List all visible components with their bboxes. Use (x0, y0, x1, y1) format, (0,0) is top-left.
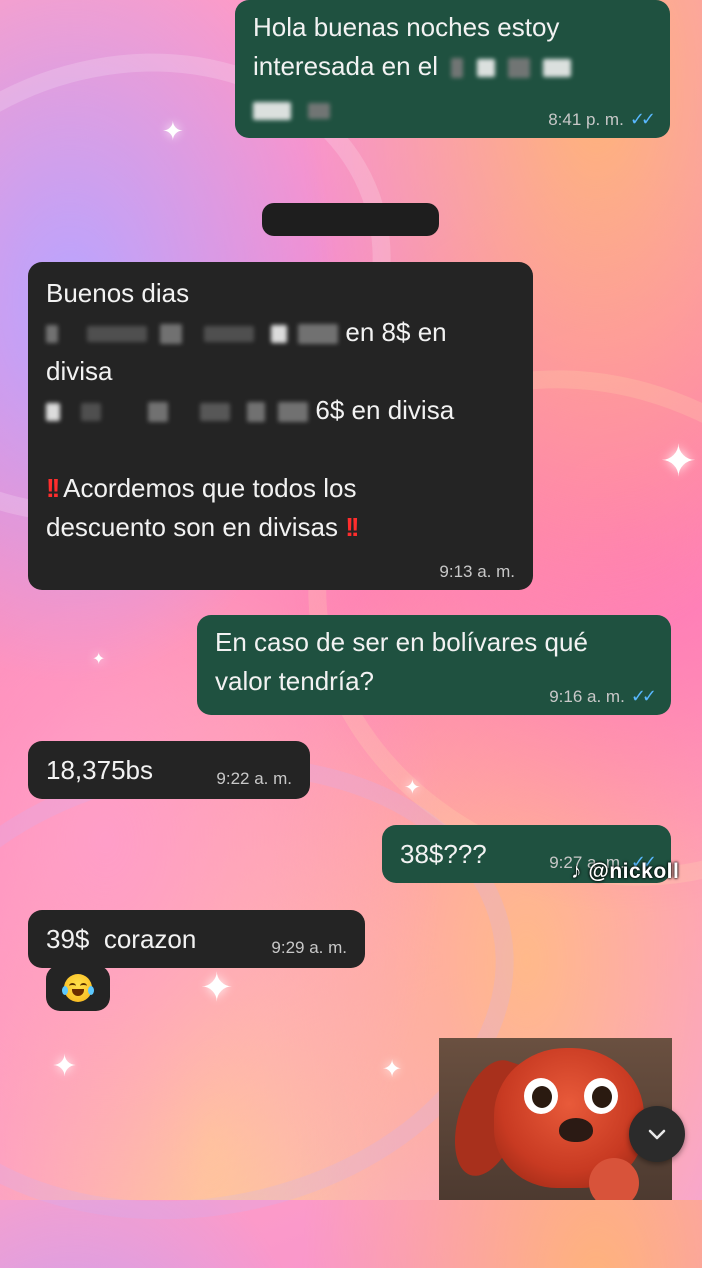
redacted-text (46, 325, 58, 344)
message-incoming-3[interactable]: 39$ corazon 9:29 a. m. (28, 910, 365, 968)
message-text: descuento son en divisas !! (46, 508, 515, 547)
redacted-text (298, 324, 339, 345)
redacted-text (451, 58, 464, 79)
double-exclamation-icon: !! (46, 473, 60, 503)
redacted-text (476, 59, 495, 78)
date-divider (262, 203, 439, 236)
laughing-crying-emoji-icon (62, 974, 94, 1002)
message-meta: 9:29 a. m. (271, 938, 347, 958)
sparkle-icon: ✦ (660, 437, 697, 486)
tiktok-icon: ♪ (571, 860, 582, 883)
message-meta: 9:16 a. m. ✓✓ (549, 686, 657, 707)
read-ticks-icon: ✓✓ (630, 686, 657, 706)
sparkle-icon: ✦ (382, 1056, 403, 1083)
message-text: divisa (46, 356, 113, 386)
redacted-text (160, 324, 183, 345)
redacted-text (203, 326, 254, 343)
message-meta: 9:13 a. m. (439, 562, 515, 582)
redacted-text (81, 403, 102, 422)
tiktok-watermark: ♪ @nickoll (571, 860, 679, 884)
sticker-dog-eye (524, 1078, 558, 1114)
message-text: En caso de ser en bolívares qué (215, 627, 588, 657)
redacted-text (542, 59, 571, 78)
redacted-text (148, 402, 169, 423)
redacted-text (507, 58, 530, 79)
redacted-text (246, 402, 265, 423)
message-time: 9:13 a. m. (439, 562, 515, 581)
scroll-to-bottom-button[interactable] (629, 1106, 685, 1162)
message-text-part: Acordemos que todos los (63, 473, 357, 503)
redacted-text (199, 403, 230, 422)
redacted-text (87, 326, 148, 343)
redacted-text (278, 402, 309, 423)
redacted-text (308, 103, 331, 120)
emoji-mouth (72, 989, 84, 996)
double-exclamation-icon: !! (345, 512, 359, 542)
message-text: Hola buenas noches estoy (253, 12, 560, 42)
redacted-text (46, 403, 60, 422)
message-outgoing-1[interactable]: Hola buenas noches estoy interesada en e… (235, 0, 670, 138)
sparkle-icon: ✦ (92, 651, 106, 668)
sparkle-icon: ✦ (162, 116, 184, 146)
watermark-handle: @nickoll (588, 860, 680, 883)
sparkle-icon: ✦ (200, 966, 234, 1010)
message-text: Buenos dias (46, 278, 190, 308)
message-text: interesada en el (253, 47, 652, 86)
message-text: !! Acordemos que todos los (46, 469, 515, 508)
message-time: 9:22 a. m. (216, 769, 292, 788)
sticker-dog-eye (584, 1078, 618, 1114)
message-meta: 8:41 p. m. ✓✓ (548, 109, 656, 130)
emoji-tear (62, 986, 68, 995)
message-incoming-emoji[interactable] (46, 965, 110, 1011)
sparkle-icon: ✦ (52, 1050, 78, 1083)
redacted-text (253, 102, 291, 121)
message-text: 6$ en divisa (46, 391, 515, 430)
message-text-part: interesada en el (253, 51, 439, 81)
message-text-part: descuento son en divisas (46, 512, 338, 542)
message-incoming-1[interactable]: Buenos dias en 8$ en divisa 6$ en divisa… (28, 262, 533, 590)
message-text-part: en 8$ en (345, 317, 447, 347)
message-text: en 8$ en (46, 313, 515, 352)
message-meta: 9:22 a. m. (216, 769, 292, 789)
sticker-dog-nose (559, 1118, 593, 1142)
redacted-text (270, 325, 287, 344)
sparkle-icon: ✦ (404, 777, 421, 799)
chevron-down-icon (648, 1129, 666, 1140)
message-text-part: 6$ en divisa (315, 395, 455, 425)
message-time: 9:29 a. m. (271, 938, 347, 957)
message-outgoing-2[interactable]: En caso de ser en bolívares qué valor te… (197, 615, 671, 715)
sticker-dog-paw (589, 1158, 639, 1200)
message-time: 9:16 a. m. (549, 687, 625, 706)
emoji-tear (88, 986, 94, 995)
message-time: 8:41 p. m. (548, 110, 624, 129)
read-ticks-icon: ✓✓ (629, 109, 656, 129)
message-incoming-2[interactable]: 18,375bs 9:22 a. m. (28, 741, 310, 799)
